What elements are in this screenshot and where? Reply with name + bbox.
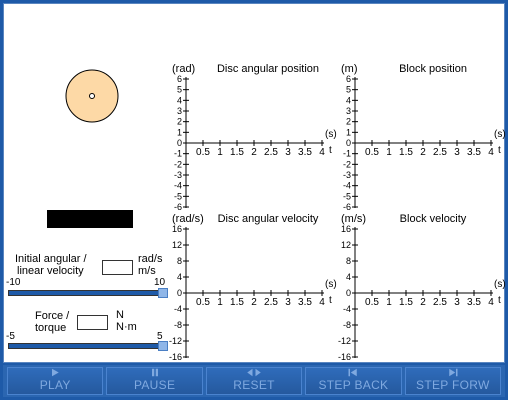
graph-x-axis-label: t xyxy=(498,295,501,306)
step-back-icon xyxy=(348,368,358,377)
pause-icon xyxy=(151,368,158,377)
graph-x-tick-label: 4 xyxy=(488,297,494,308)
graph-title: Block velocity xyxy=(400,213,467,225)
reset-button-label: RESET xyxy=(233,378,275,392)
graph-x-tick-label: 3.5 xyxy=(467,297,481,308)
graph-block-velocity: (m/s) Block velocity1612840-4-8-12-160.5 1… xyxy=(338,213,506,362)
graph-x-tick-label: 0.5 xyxy=(365,297,379,308)
graph-x-tick-label: 2 xyxy=(420,297,426,308)
graph-x-tick-label: 1 xyxy=(386,297,392,308)
graph-y-tick-label: 8 xyxy=(346,256,351,266)
graph-y-tick-label: 16 xyxy=(341,224,351,234)
reset-icon xyxy=(247,368,261,377)
graph-y-tick-label: 12 xyxy=(341,240,351,250)
play-button-label: PLAY xyxy=(39,378,71,392)
pause-button-label: PAUSE xyxy=(133,378,176,392)
play-button[interactable]: PLAY xyxy=(7,367,104,395)
pause-button[interactable]: PAUSE xyxy=(106,367,203,395)
graph-x-tick-label: 2.5 xyxy=(433,297,447,308)
graph-x-unit-label: (s) xyxy=(494,279,506,290)
graph-y-tick-label: -16 xyxy=(338,352,351,362)
graph-y-tick-label: 0 xyxy=(346,288,351,298)
play-icon xyxy=(52,368,59,377)
graph-y-tick-label: -8 xyxy=(343,320,351,330)
graph-x-tick-label: 3 xyxy=(454,297,460,308)
step-back-button-label: STEP BACK xyxy=(318,378,389,392)
step-forward-button[interactable]: STEP FORW xyxy=(404,367,502,395)
step-forward-icon xyxy=(449,368,458,377)
graph-x-tick-label: 1.5 xyxy=(399,297,413,308)
graph-y-tick-label: 4 xyxy=(346,272,351,282)
reset-button[interactable]: RESET xyxy=(205,367,303,395)
graph-y-tick-label: -12 xyxy=(338,336,351,346)
playback-toolbar: PLAY PAUSE RESET STEP BACK STEP FORW xyxy=(3,365,505,397)
step-back-button[interactable]: STEP BACK xyxy=(305,367,402,395)
graph-y-tick-label: -4 xyxy=(343,304,351,314)
step-forward-button-label: STEP FORW xyxy=(416,378,490,392)
